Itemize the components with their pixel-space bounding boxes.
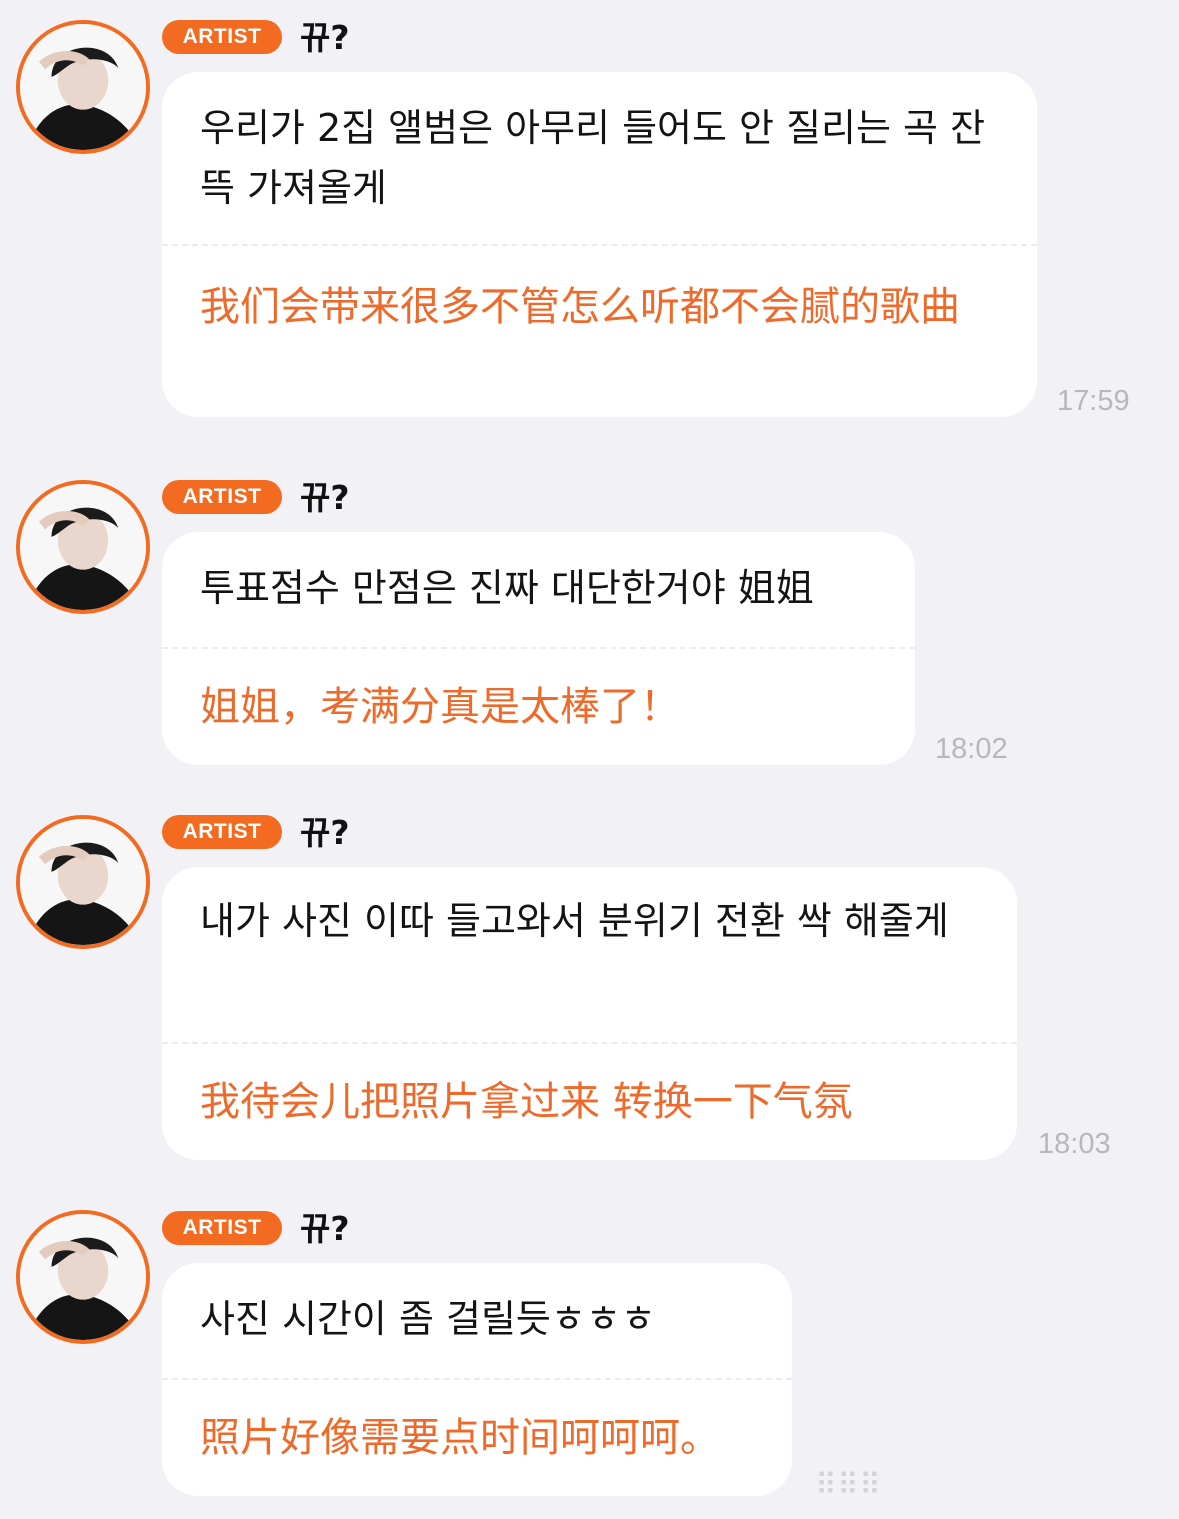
artist-badge: ARTIST: [162, 815, 282, 849]
bubble-divider: [162, 1378, 792, 1380]
artist-photo-icon: [20, 484, 146, 610]
artist-photo-icon: [20, 24, 146, 150]
chinese-translation: 姐姐，考满分真是太棒了！: [200, 684, 680, 730]
korean-text: 우리가 2집 앨범은 아무리 들어도 안 질리는 곡 잔뜩 가져올게: [200, 106, 986, 210]
message-time: 18:02: [935, 733, 1008, 765]
korean-text: 사진 시간이 좀 걸릴듯ㅎㅎㅎ: [200, 1297, 656, 1341]
artist-avatar[interactable]: [16, 815, 150, 949]
message-bubble[interactable]: 내가 사진 이따 들고와서 분위기 전환 싹 해줄게 我待会儿把照片拿过来 转换…: [162, 867, 1017, 1160]
korean-text: 내가 사진 이따 들고와서 분위기 전환 싹 해줄게: [200, 899, 949, 943]
artist-photo-icon: [20, 819, 146, 945]
chinese-translation: 照片好像需要点时间呵呵呵。: [200, 1415, 720, 1461]
bubble-divider: [162, 1042, 1017, 1044]
artist-badge: ARTIST: [162, 480, 282, 514]
chinese-translation: 我待会儿把照片拿过来 转换一下气氛: [200, 1079, 853, 1125]
artist-badge: ARTIST: [162, 1211, 282, 1245]
message-bubble[interactable]: 투표점수 만점은 진짜 대단한거야 姐姐 姐姐，考满分真是太棒了！: [162, 532, 915, 765]
sender-name: 뀨?: [300, 1209, 350, 1248]
bubble-divider: [162, 244, 1037, 246]
artist-photo-icon: [20, 1214, 146, 1340]
sender-name: 뀨?: [300, 813, 350, 852]
chinese-translation: 我们会带来很多不管怎么听都不会腻的歌曲: [200, 284, 960, 330]
artist-avatar[interactable]: [16, 480, 150, 614]
bubble-divider: [162, 647, 915, 649]
message-bubble[interactable]: 사진 시간이 좀 걸릴듯ㅎㅎㅎ 照片好像需要点时间呵呵呵。: [162, 1263, 792, 1496]
message-bubble[interactable]: 우리가 2집 앨범은 아무리 들어도 안 질리는 곡 잔뜩 가져올게 我们会带来…: [162, 72, 1037, 417]
watermark: ⠿⠿⠿: [815, 1468, 881, 1503]
message-time: 18:03: [1038, 1128, 1111, 1160]
message-time: 17:59: [1057, 385, 1130, 417]
artist-avatar[interactable]: [16, 20, 150, 154]
korean-text: 투표점수 만점은 진짜 대단한거야 姐姐: [200, 566, 814, 610]
sender-name: 뀨?: [300, 478, 350, 517]
artist-badge: ARTIST: [162, 20, 282, 54]
artist-avatar[interactable]: [16, 1210, 150, 1344]
sender-name: 뀨?: [300, 18, 350, 57]
